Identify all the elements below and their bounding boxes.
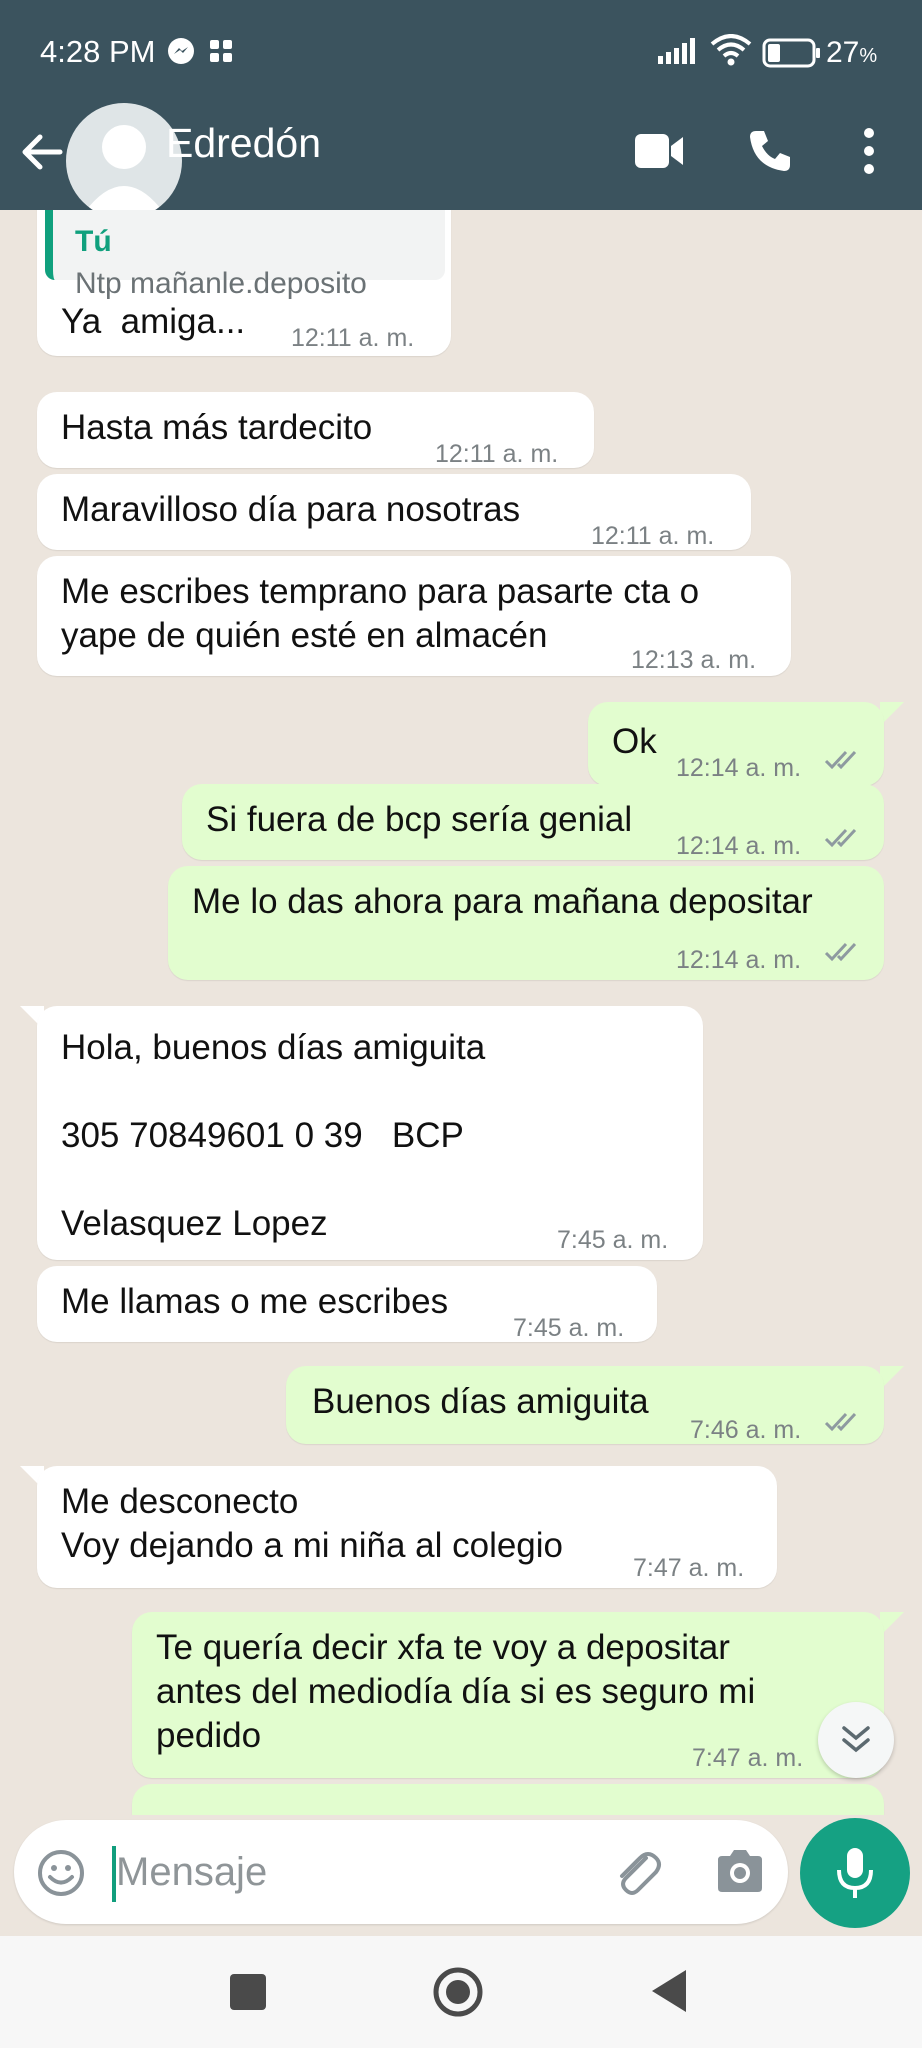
read-ticks-icon — [824, 750, 857, 770]
message-text: Ya amiga... — [61, 302, 246, 341]
app-grid-icon — [210, 40, 232, 62]
message-text: Si fuera de bcp sería genial — [206, 800, 633, 839]
scroll-to-bottom-button[interactable] — [818, 1702, 894, 1778]
message-bubble[interactable]: Ok 12:14 a. m. — [588, 702, 884, 786]
message-bubble[interactable]: Maravilloso día para nosotras 12:11 a. m… — [37, 474, 751, 550]
chevron-double-down-icon — [842, 1726, 870, 1753]
read-ticks-icon — [824, 942, 857, 962]
message-time: 7:47 a. m. — [633, 1554, 745, 1582]
message-bubble[interactable]: Hasta más tardecito 12:11 a. m. — [37, 392, 594, 468]
message-text-line: yape de quién esté en almacén — [61, 616, 548, 655]
message-text-line: Te quería decir xfa te voy a depositar — [156, 1628, 730, 1667]
message-text-line: Voy dejando a mi niña al colegio — [61, 1526, 564, 1565]
chat-area[interactable]: Tú Ntp mañanle.deposito Ya amiga... 12:1… — [0, 210, 922, 1815]
wifi-icon — [710, 34, 752, 66]
message-text-line: Me desconecto — [61, 1482, 299, 1521]
message-text-line: Hola, buenos días amiguita — [61, 1028, 486, 1067]
avatar-icon — [84, 125, 164, 213]
emoji-icon[interactable] — [36, 1848, 86, 1898]
message-bubble[interactable]: Hola, buenos días amiguita 305 70849601 … — [37, 1006, 703, 1260]
message-time: 7:46 a. m. — [690, 1416, 802, 1444]
back-triangle-icon[interactable] — [648, 1968, 690, 2014]
battery-icon — [762, 38, 820, 68]
message-bubble[interactable]: Me llamas o me escribes 7:45 a. m. — [37, 1266, 657, 1342]
recents-square-icon[interactable] — [228, 1972, 268, 2012]
avatar[interactable] — [66, 103, 182, 219]
message-text-line: Velasquez Lopez — [61, 1204, 328, 1243]
message-text: Me llamas o me escribes — [61, 1282, 449, 1321]
message-bubble[interactable]: Me lo das ahora para mañana depositar 12… — [168, 866, 884, 980]
message-composer[interactable]: Mensaje — [14, 1820, 788, 1924]
quoted-message[interactable]: Tú Ntp mañanle.deposito — [45, 210, 445, 300]
message-time: 12:13 a. m. — [631, 646, 757, 674]
message-text-line: 305 70849601 0 39 BCP — [61, 1116, 464, 1155]
contact-name[interactable]: Edredón — [166, 120, 321, 167]
battery-percent: 27% — [826, 36, 878, 69]
message-bubble[interactable]: Tú Ntp mañanle.deposito Ya amiga... 12:1… — [37, 210, 451, 356]
phone-icon[interactable] — [746, 127, 794, 175]
video-call-icon[interactable] — [633, 130, 685, 172]
chat-header: 4:28 PM 27% Edredón — [0, 0, 922, 219]
signal-icon — [658, 38, 695, 64]
camera-icon[interactable] — [714, 1846, 766, 1896]
mic-button[interactable] — [800, 1818, 910, 1928]
message-bubble[interactable]: Me desconecto Voy dejando a mi niña al c… — [37, 1466, 777, 1588]
message-bubble[interactable]: Te quería decir xfa te voy a depositar a… — [132, 1612, 884, 1778]
message-time: 7:45 a. m. — [513, 1314, 625, 1342]
message-time: 7:47 a. m. — [692, 1744, 804, 1772]
mic-icon — [837, 1848, 873, 1898]
message-time: 7:45 a. m. — [557, 1226, 669, 1254]
message-text-line: Me escribes temprano para pasarte cta o — [61, 572, 700, 611]
status-bar: 4:28 PM 27% — [0, 0, 922, 105]
status-time: 4:28 PM — [40, 34, 156, 69]
message-time: 12:11 a. m. — [435, 440, 559, 468]
message-text-line: pedido — [156, 1716, 262, 1755]
message-time: 12:14 a. m. — [676, 946, 802, 974]
message-text: Buenos días amiguita — [312, 1382, 649, 1421]
system-nav-bar — [0, 1936, 922, 2048]
message-time: 12:14 a. m. — [676, 832, 802, 860]
message-input[interactable]: Mensaje — [116, 1850, 267, 1895]
back-arrow-icon[interactable] — [16, 127, 66, 177]
message-text: Ok — [612, 722, 657, 761]
app-bar: Edredón — [0, 103, 922, 219]
message-text-line: antes del mediodía día si es seguro mi — [156, 1672, 756, 1711]
message-text: Me lo das ahora para mañana depositar — [192, 882, 813, 921]
message-text: Maravilloso día para nosotras — [61, 490, 521, 529]
message-bubble-partial[interactable] — [132, 1784, 884, 1815]
message-time: 12:11 a. m. — [591, 522, 715, 550]
message-text: Hasta más tardecito — [61, 408, 373, 447]
home-circle-icon[interactable] — [432, 1966, 484, 2018]
read-ticks-icon — [824, 828, 857, 848]
quoted-author: Tú — [75, 225, 112, 258]
message-bubble[interactable]: Buenos días amiguita 7:46 a. m. — [286, 1366, 884, 1444]
message-bubble[interactable]: Me escribes temprano para pasarte cta o … — [37, 556, 791, 676]
message-bubble[interactable]: Si fuera de bcp sería genial 12:14 a. m. — [182, 784, 884, 860]
message-time: 12:11 a. m. — [291, 324, 415, 352]
more-vert-icon[interactable] — [860, 125, 878, 177]
messenger-icon — [168, 38, 194, 64]
attach-icon[interactable] — [610, 1846, 664, 1900]
read-ticks-icon — [824, 1412, 857, 1432]
